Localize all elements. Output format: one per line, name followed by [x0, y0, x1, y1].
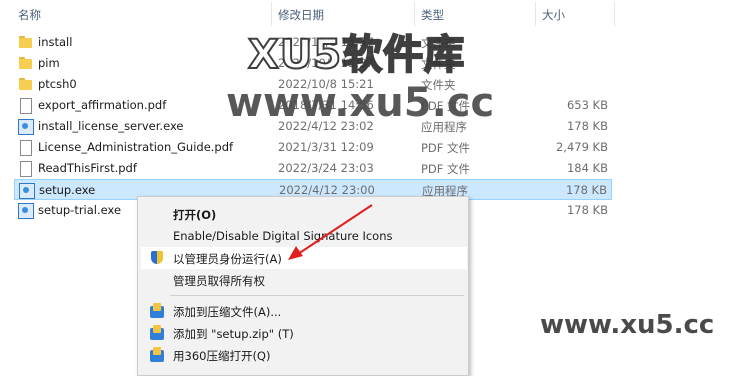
application-icon	[18, 203, 34, 219]
pdf-file-icon	[18, 140, 33, 156]
file-date: 2022/3/24 23:03	[278, 161, 374, 175]
file-name: install_license_server.exe	[38, 119, 184, 133]
folder-icon	[18, 77, 33, 92]
file-type: PDF 文件	[421, 141, 471, 155]
menu-item-digital-signature[interactable]: Enable/Disable Digital Signature Icons	[141, 225, 467, 247]
application-icon	[18, 119, 34, 135]
file-name: setup.exe	[39, 183, 96, 197]
application-icon	[19, 183, 35, 199]
column-header-size[interactable]: 大小	[542, 7, 565, 23]
menu-item-add-to-archive[interactable]: 添加到压缩文件(A)...	[141, 300, 467, 322]
file-name: install	[38, 35, 73, 49]
file-size: 178 KB	[565, 183, 607, 197]
column-header-name[interactable]: 名称	[18, 7, 41, 23]
menu-item-run-as-admin[interactable]: 以管理员身份运行(A)	[141, 247, 467, 269]
uac-shield-icon	[149, 250, 165, 266]
file-size: 2,479 KB	[555, 140, 608, 154]
file-row[interactable]: ReadThisFirst.pdf 2022/3/24 23:03 PDF 文件…	[14, 158, 612, 179]
archive-icon	[149, 325, 165, 341]
file-name: License_Administration_Guide.pdf	[38, 140, 234, 154]
watermark-brand: XU5软件库	[247, 31, 466, 79]
menu-item-take-ownership[interactable]: 管理员取得所有权	[141, 269, 467, 291]
archive-icon	[149, 347, 165, 363]
file-date: 2022/4/12 23:00	[279, 183, 375, 197]
file-name: setup-trial.exe	[38, 203, 122, 217]
pdf-file-icon	[18, 161, 33, 177]
file-size: 653 KB	[566, 98, 608, 112]
file-type: PDF 文件	[421, 162, 471, 176]
menu-item-label: 打开(O)	[173, 208, 217, 222]
menu-item-label: Enable/Disable Digital Signature Icons	[173, 229, 393, 243]
menu-item-add-to-setup-zip[interactable]: 添加到 "setup.zip" (T)	[141, 322, 467, 344]
folder-icon	[18, 56, 33, 71]
column-divider[interactable]	[614, 2, 615, 26]
menu-item-label: 管理员取得所有权	[173, 274, 265, 288]
watermark-url-corner: www.xu5.cc	[540, 310, 715, 340]
watermark-url: www.xu5.cc	[226, 80, 495, 126]
pdf-file-icon	[18, 98, 33, 114]
folder-icon	[18, 35, 33, 50]
column-divider[interactable]	[535, 2, 536, 26]
file-size: 178 KB	[566, 119, 608, 133]
file-name: export_affirmation.pdf	[38, 98, 167, 112]
file-size: 184 KB	[566, 161, 608, 175]
column-header-type[interactable]: 类型	[421, 7, 444, 23]
file-name: pim	[38, 56, 60, 70]
context-menu: 打开(O) Enable/Disable Digital Signature I…	[137, 196, 469, 376]
file-name: ReadThisFirst.pdf	[38, 161, 137, 175]
menu-item-label: 添加到压缩文件(A)...	[173, 305, 282, 319]
file-name: ptcsh0	[38, 77, 77, 91]
menu-item-label: 添加到 "setup.zip" (T)	[173, 327, 294, 341]
menu-item-label: 以管理员身份运行(A)	[173, 252, 282, 266]
file-row[interactable]: License_Administration_Guide.pdf 2021/3/…	[14, 137, 612, 158]
menu-item-label: 用360压缩打开(Q)	[173, 349, 271, 363]
sort-ascending-icon: ^	[136, 0, 145, 7]
file-size: 178 KB	[566, 203, 608, 217]
column-header-date[interactable]: 修改日期	[278, 7, 324, 23]
menu-item-open-with-360zip[interactable]: 用360压缩打开(Q)	[141, 344, 467, 366]
menu-item-open[interactable]: 打开(O)	[141, 203, 467, 225]
menu-separator	[170, 295, 464, 296]
archive-icon	[149, 303, 165, 319]
file-date: 2021/3/31 12:09	[278, 140, 374, 154]
